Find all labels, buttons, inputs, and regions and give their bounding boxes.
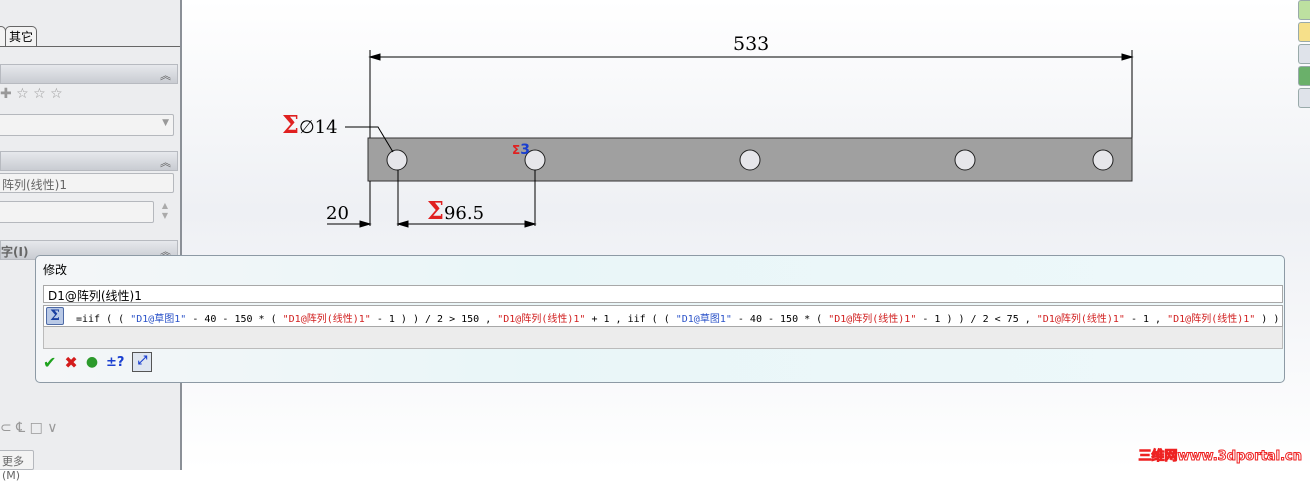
formula-token: - 1 ) ) / 2 < 75 ,: [916, 314, 1037, 325]
section-title: 字(I): [1, 245, 29, 259]
formula-token: - 1 ) ) / 2 > 150 ,: [370, 314, 498, 325]
section-header-2[interactable]: ︽: [0, 151, 178, 171]
formula-token: "D1@阵列(线性)1": [282, 314, 371, 325]
formula-token: ) ): [1255, 314, 1280, 325]
dimension-name-input[interactable]: D1@阵列(线性)1: [43, 285, 1283, 303]
more-button[interactable]: 更多(M): [0, 450, 34, 482]
dimension-20[interactable]: 20: [326, 203, 349, 224]
diameter-text: ∅14: [298, 117, 338, 138]
formula-token: "D1@草图1": [675, 314, 732, 325]
formula-token: - 1 ,: [1124, 314, 1168, 325]
hole[interactable]: [954, 149, 976, 171]
view-palette-icon[interactable]: [1298, 44, 1310, 64]
cancel-button[interactable]: ✖: [64, 353, 77, 372]
formula-token: "D1@阵列(线性)1": [1167, 314, 1256, 325]
formula-prefix: =iif ( (: [76, 314, 131, 325]
formula-token: - 40 - 150 * (: [186, 314, 283, 325]
value-field[interactable]: [0, 201, 154, 223]
sigma-icon: Σ: [427, 196, 444, 225]
collapse-icon[interactable]: ︽: [160, 67, 171, 83]
equation-sigma-icon[interactable]: Σ: [46, 307, 64, 325]
spin-buttons[interactable]: ▲ ▼: [156, 201, 174, 223]
symbol-icons[interactable]: ⊂ ℄ □ ∨: [0, 420, 58, 436]
properties-icon[interactable]: [1298, 88, 1310, 108]
rebuild-button[interactable]: ●: [86, 354, 98, 370]
ok-button[interactable]: ✔: [43, 353, 56, 372]
favorites-dropdown[interactable]: ▼: [0, 114, 174, 136]
appearance-icon[interactable]: [1298, 66, 1310, 86]
dialog-title: 修改: [43, 263, 68, 277]
dimension-533[interactable]: 533: [733, 33, 769, 55]
equation-input[interactable]: Σ =iif ( ( "D1@草图1" - 40 - 150 * ( "D1@阵…: [43, 305, 1283, 327]
spacing-text: 96.5: [443, 203, 485, 224]
formula-token: "D1@阵列(线性)1": [1036, 314, 1125, 325]
reverse-dimension-button[interactable]: ⤢: [132, 352, 153, 372]
formula-token: "D1@草图1": [130, 314, 187, 325]
tolerance-button[interactable]: ±?: [106, 355, 124, 370]
dimension-diameter[interactable]: Σ∅14: [282, 110, 338, 139]
task-pane-tabs: [1298, 0, 1310, 120]
collapse-icon[interactable]: ︽: [160, 154, 171, 170]
formula-token: "D1@阵列(线性)1": [828, 314, 917, 325]
formula-token: - 40 - 150 * (: [731, 314, 829, 325]
formula-token: + 1 , iif ( (: [585, 314, 676, 325]
modify-dialog: 修改 D1@阵列(线性)1 Σ =iif ( ( "D1@草图1" - 40 -…: [35, 255, 1285, 383]
graphics-area[interactable]: 533 Σ∅14 Σ3 20 Σ96.5: [182, 0, 1310, 470]
dimension-count[interactable]: Σ3: [512, 142, 530, 158]
dimension-spacing[interactable]: Σ96.5: [427, 196, 484, 225]
watermark: 三维网www.3dportal.cn: [1138, 449, 1302, 465]
favorite-icons[interactable]: ✚ ☆ ☆ ☆: [0, 86, 63, 102]
formula-token: "D1@阵列(线性)1": [497, 314, 586, 325]
property-manager-panel: 其它 ︽ ✚ ☆ ☆ ☆ ▼ ︽ 阵列(线性)1 ▲ ▼ 字(I) ︽ ⊂ ℄ □ …: [0, 0, 182, 482]
sigma-icon: Σ: [282, 110, 299, 139]
folder-icon[interactable]: [1298, 22, 1310, 42]
resources-icon[interactable]: [1298, 0, 1310, 20]
dimension-name-field[interactable]: 阵列(线性)1: [0, 173, 174, 193]
section-header-1[interactable]: ︽: [0, 64, 178, 84]
count-text: 3: [520, 142, 530, 158]
sketch-drawing: [327, 50, 1134, 228]
hole[interactable]: [386, 149, 408, 171]
sigma-icon: Σ: [512, 143, 521, 157]
hole[interactable]: [1092, 149, 1114, 171]
empty-row: [43, 327, 1283, 349]
hole[interactable]: [739, 149, 761, 171]
tab-other[interactable]: 其它: [5, 26, 38, 46]
